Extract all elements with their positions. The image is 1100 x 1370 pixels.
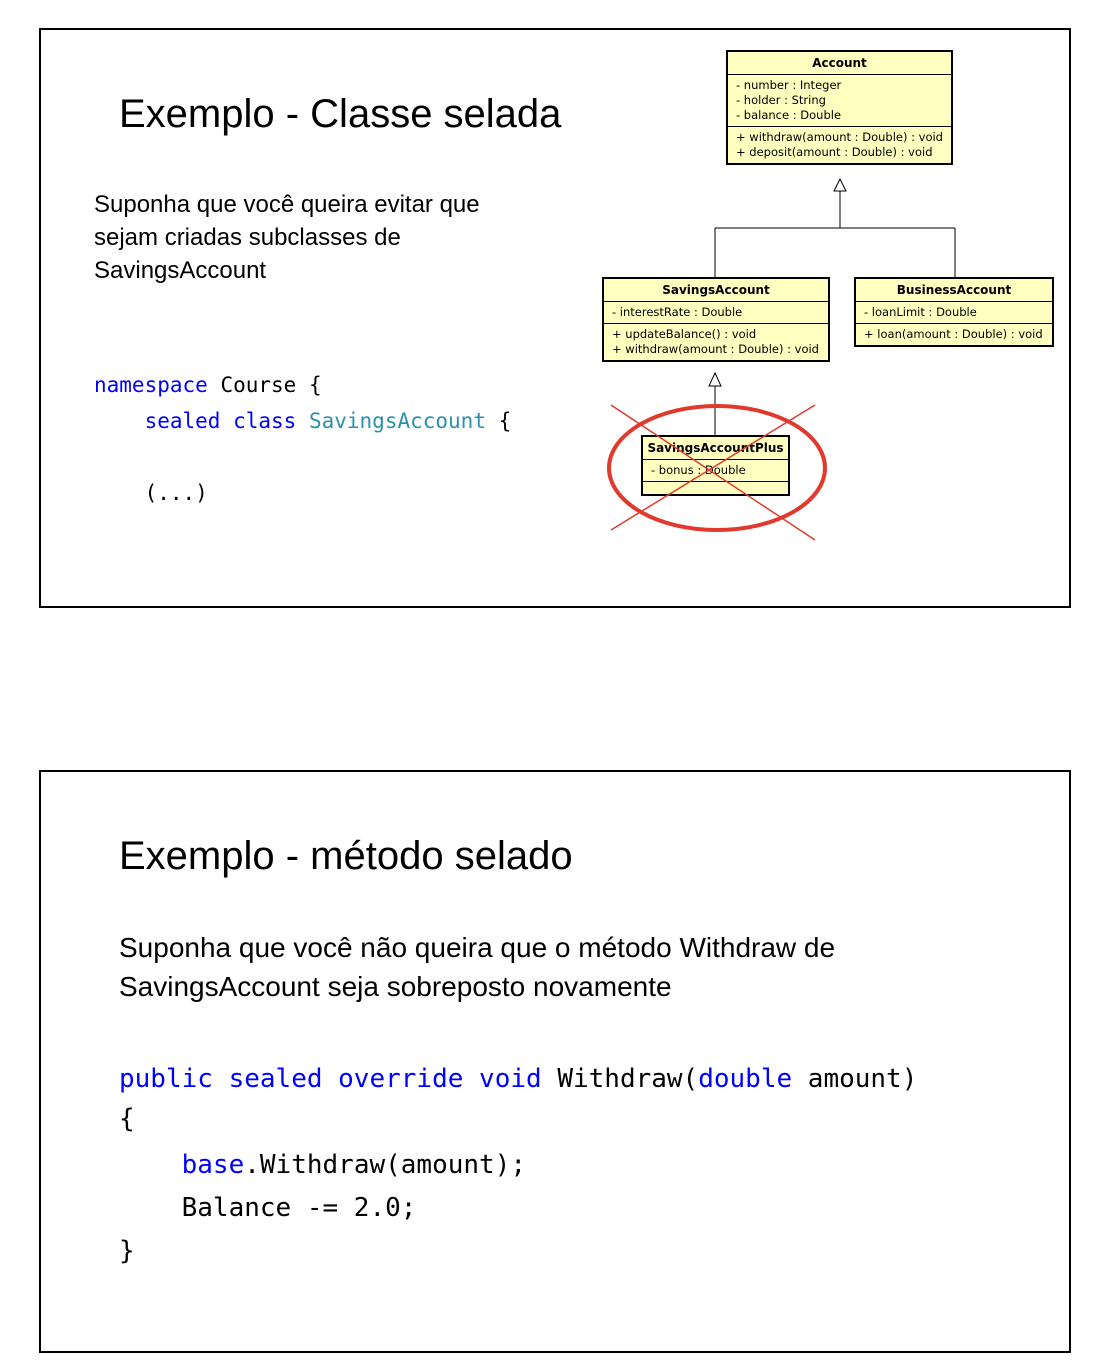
code-line: base.Withdraw(amount); bbox=[119, 1145, 917, 1185]
uml-method: + withdraw(amount : Double) : void bbox=[736, 130, 943, 144]
slide-method-sealed: Exemplo - método selado Suponha que você… bbox=[39, 770, 1071, 1353]
uml-method: + loan(amount : Double) : void bbox=[864, 327, 1043, 341]
code-line: namespace Course { bbox=[94, 367, 511, 403]
code-keyword: class bbox=[233, 409, 297, 433]
uml-class-account: Account - number : Integer - holder : St… bbox=[726, 50, 953, 165]
code-line: { bbox=[119, 1099, 917, 1139]
code-keyword: override bbox=[338, 1064, 464, 1094]
code-keyword: sealed bbox=[144, 409, 221, 433]
code-keyword: base bbox=[181, 1150, 245, 1180]
code-text: Course { bbox=[207, 373, 322, 397]
uml-attributes: - bonus : Double bbox=[643, 460, 788, 482]
paragraph-line: sejam criadas subclasses de bbox=[94, 224, 401, 251]
uml-class-name: BusinessAccount bbox=[856, 279, 1052, 302]
uml-methods bbox=[643, 482, 788, 494]
paragraph-line: SavingsAccount seja sobreposto novamente bbox=[119, 971, 672, 1002]
code-keyword: public bbox=[119, 1064, 213, 1094]
inheritance-arrowhead bbox=[708, 371, 722, 387]
code-line: (...) bbox=[94, 475, 511, 511]
code-type: SavingsAccount bbox=[308, 409, 486, 433]
uml-method: + updateBalance() : void bbox=[612, 327, 757, 341]
code-text: amount) bbox=[792, 1064, 918, 1094]
code-text: Withdraw( bbox=[557, 1064, 699, 1094]
uml-methods: + loan(amount : Double) : void bbox=[856, 324, 1052, 345]
uml-class-name: SavingsAccount bbox=[604, 279, 828, 302]
code-line: } bbox=[119, 1231, 917, 1271]
code-text: { bbox=[485, 409, 512, 433]
uml-class-name: SavingsAccountPlus bbox=[643, 437, 788, 460]
code-keyword: void bbox=[479, 1064, 542, 1094]
paragraph-line: Suponha que você não queira que o método… bbox=[119, 932, 836, 963]
uml-methods: + updateBalance() : void + withdraw(amou… bbox=[604, 324, 828, 360]
code-text: { bbox=[119, 1104, 135, 1134]
code-keyword: sealed bbox=[228, 1064, 323, 1094]
code-text: (...) bbox=[144, 481, 208, 505]
uml-attribute: - number : Integer bbox=[736, 78, 842, 92]
code-block: public sealed override void Withdraw(dou… bbox=[119, 1059, 917, 1271]
uml-class-name: Account bbox=[728, 52, 951, 75]
uml-attribute: - loanLimit : Double bbox=[864, 305, 977, 319]
paragraph-line: SavingsAccount bbox=[94, 257, 267, 284]
code-keyword: double bbox=[698, 1064, 793, 1094]
code-block: namespace Course { sealed class SavingsA… bbox=[94, 367, 511, 511]
slide-title: Exemplo - método selado bbox=[119, 834, 573, 878]
uml-class-savings-account: SavingsAccount - interestRate : Double +… bbox=[602, 277, 830, 362]
uml-attributes: - loanLimit : Double bbox=[856, 302, 1052, 324]
code-line: Balance -= 2.0; bbox=[119, 1188, 917, 1228]
slide-paragraph: Suponha que você não queira que o método… bbox=[119, 928, 835, 1006]
code-text: .Withdraw(amount); bbox=[244, 1150, 527, 1180]
uml-attribute: - bonus : Double bbox=[651, 463, 746, 477]
code-text: } bbox=[119, 1236, 135, 1266]
slide-class-sealed: Exemplo - Classe selada Suponha que você… bbox=[39, 28, 1071, 608]
code-text: Balance -= 2.0; bbox=[181, 1193, 417, 1223]
uml-attribute: - holder : String bbox=[736, 93, 826, 107]
uml-class-savings-account-plus: SavingsAccountPlus - bonus : Double bbox=[641, 435, 790, 496]
slide-paragraph: Suponha que você queira evitar que sejam… bbox=[94, 188, 480, 287]
uml-attribute: - balance : Double bbox=[736, 108, 842, 122]
uml-method: + withdraw(amount : Double) : void bbox=[612, 342, 819, 356]
uml-attributes: - number : Integer - holder : String - b… bbox=[728, 75, 951, 127]
uml-attributes: - interestRate : Double bbox=[604, 302, 828, 324]
slide-title: Exemplo - Classe selada bbox=[119, 92, 562, 136]
paragraph-line: Suponha que você queira evitar que bbox=[94, 191, 480, 218]
uml-methods: + withdraw(amount : Double) : void + dep… bbox=[728, 127, 951, 163]
uml-class-business-account: BusinessAccount - loanLimit : Double + l… bbox=[854, 277, 1054, 347]
code-keyword: namespace bbox=[94, 373, 208, 397]
code-line: sealed class SavingsAccount { bbox=[94, 403, 512, 439]
uml-attribute: - interestRate : Double bbox=[612, 305, 743, 319]
code-line: public sealed override void Withdraw(dou… bbox=[119, 1059, 917, 1099]
uml-method: + deposit(amount : Double) : void bbox=[736, 145, 933, 159]
inheritance-arrowhead bbox=[833, 177, 847, 192]
